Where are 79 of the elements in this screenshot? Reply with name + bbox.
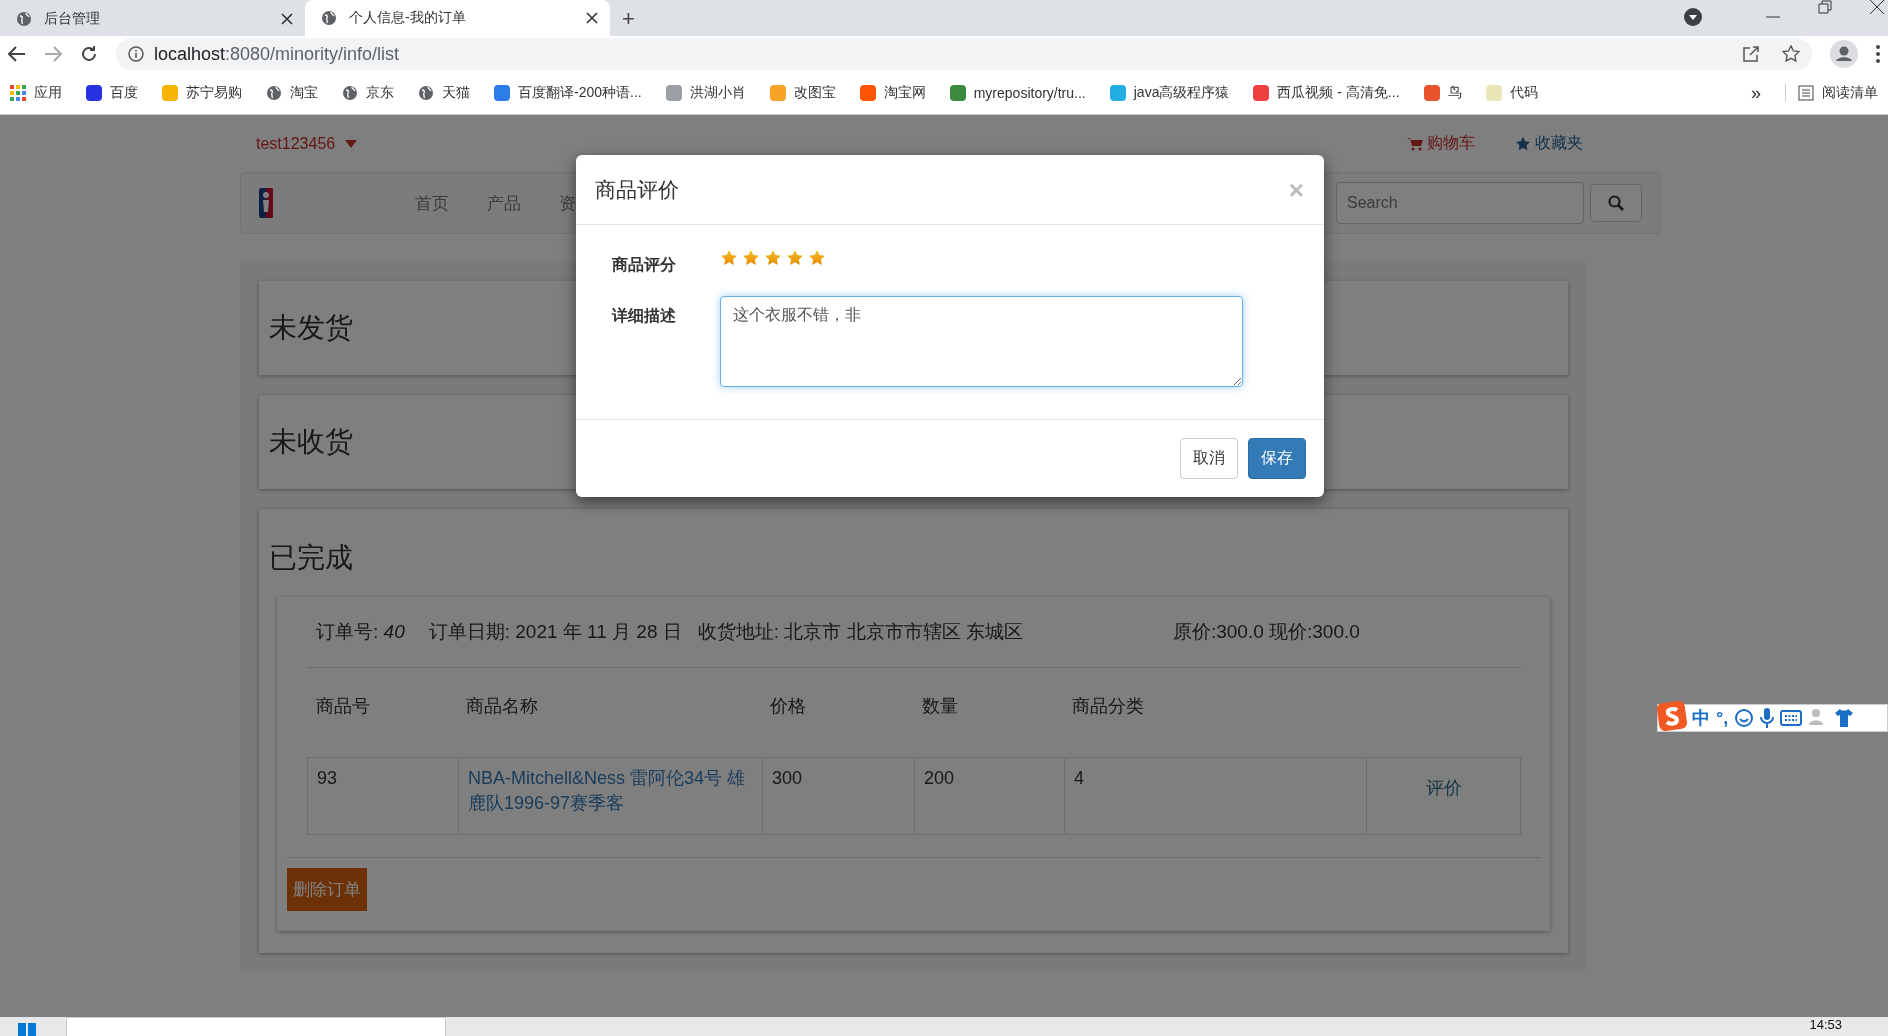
- column-header: 价格: [769, 695, 807, 718]
- search-field[interactable]: Search: [1336, 182, 1584, 224]
- column-header: 商品号: [315, 695, 371, 718]
- close-icon[interactable]: [1870, 0, 1884, 14]
- address-bar[interactable]: localhost:8080/minority/info/list: [116, 38, 1812, 70]
- bookmark-link[interactable]: 洪湖小肖: [689, 84, 746, 102]
- bookmark-link[interactable]: 西瓜视频 - 高清免...: [1277, 84, 1400, 102]
- cancel-button[interactable]: 取消: [1180, 438, 1238, 479]
- section-title: 已完成: [269, 541, 353, 575]
- keyboard-icon[interactable]: [1780, 710, 1803, 726]
- search-icon: [1608, 195, 1624, 211]
- bookmark-link[interactable]: 淘宝网: [883, 84, 926, 102]
- ime-mode[interactable]: 中: [1692, 706, 1710, 730]
- bookmark-link[interactable]: 代码: [1509, 84, 1538, 102]
- apps-icon: [10, 85, 26, 101]
- smiley-icon[interactable]: [1734, 708, 1755, 728]
- close-icon[interactable]: [586, 12, 598, 24]
- info-icon[interactable]: [128, 46, 144, 62]
- globe-icon: [16, 11, 32, 27]
- bookmark-link[interactable]: 苏宁易购: [186, 84, 242, 102]
- url-text: localhost:8080/minority/info/list: [154, 43, 400, 65]
- star-icon[interactable]: [1515, 135, 1531, 152]
- bookmark-link[interactable]: 百度翻译-200种语...: [518, 84, 642, 102]
- cart-icon[interactable]: [1407, 136, 1423, 151]
- more-bookmarks-button[interactable]: »: [1751, 82, 1761, 104]
- new-tab-button[interactable]: +: [610, 2, 647, 36]
- table-cell: 200: [914, 758, 1064, 835]
- ime-punctuation[interactable]: °,: [1716, 707, 1729, 729]
- column-header: 商品分类: [1071, 695, 1145, 718]
- reload-icon[interactable]: [80, 45, 98, 63]
- search-button[interactable]: [1590, 184, 1642, 222]
- reading-list-icon: [1798, 85, 1814, 101]
- save-button[interactable]: 保存: [1248, 438, 1306, 479]
- globe-icon: [266, 85, 282, 101]
- bookmark-link[interactable]: myrepository/tru...: [973, 85, 1086, 101]
- bookmark-link[interactable]: 淘宝: [290, 84, 318, 102]
- table-cell: 4: [1064, 758, 1366, 835]
- share-icon[interactable]: [1742, 45, 1760, 63]
- bookmark-link[interactable]: 改图宝: [793, 84, 836, 102]
- order-number: 订单号: 40: [316, 620, 405, 644]
- star-rating[interactable]: [720, 249, 826, 267]
- order-date: 订单日期: 2021 年 11 月 28 日: [428, 620, 682, 644]
- globe-icon: [321, 10, 337, 26]
- menu-icon[interactable]: [1876, 45, 1880, 63]
- bookmark-link[interactable]: 鸟: [1447, 84, 1462, 102]
- globe-icon: [342, 85, 358, 101]
- table-cell: 300: [762, 758, 914, 835]
- microphone-icon[interactable]: [1760, 708, 1775, 728]
- column-header: 商品名称: [465, 695, 539, 718]
- bookmark-link[interactable]: 应用: [34, 84, 62, 102]
- star-icon[interactable]: [1782, 45, 1800, 63]
- shirt-icon[interactable]: [1834, 708, 1855, 728]
- section-title: 未收货: [269, 425, 353, 459]
- back-icon[interactable]: [8, 45, 26, 63]
- taskbar-search-field[interactable]: [66, 1017, 446, 1036]
- clock: 14:53: [1809, 1017, 1842, 1032]
- browser-tab[interactable]: 个人信息-我的订单: [305, 0, 610, 36]
- profile-icon[interactable]: [1830, 40, 1858, 68]
- order-price: 原价:300.0 现价:300.0: [1172, 620, 1360, 644]
- bookmark-link[interactable]: 天猫: [442, 84, 470, 102]
- order-address: 收货地址: 北京市 北京市市辖区 东城区: [697, 620, 1023, 644]
- reading-list-link[interactable]: 阅读清单: [1822, 84, 1878, 102]
- bookmark-link[interactable]: java高级程序猿: [1133, 84, 1230, 102]
- browser-tab[interactable]: 后台管理: [0, 2, 305, 36]
- close-icon[interactable]: [281, 13, 293, 25]
- section-title: 未发货: [269, 311, 353, 345]
- dropdown-icon[interactable]: [1684, 8, 1702, 26]
- dialog-title: 商品评价: [595, 176, 679, 203]
- field-label: 商品评分: [612, 255, 677, 275]
- logo-icon[interactable]: [259, 188, 273, 218]
- caret-icon[interactable]: [345, 139, 358, 148]
- bookmark-link[interactable]: 百度: [110, 84, 138, 102]
- field-label: 详细描述: [612, 306, 677, 326]
- table-cell-text: 93: [316, 767, 339, 791]
- bookmark-link[interactable]: 京东: [366, 84, 394, 102]
- column-header: 数量: [921, 695, 959, 718]
- restore-icon[interactable]: [1818, 0, 1832, 14]
- description-field[interactable]: 这个衣服不错，非: [720, 296, 1243, 387]
- globe-icon: [418, 85, 434, 101]
